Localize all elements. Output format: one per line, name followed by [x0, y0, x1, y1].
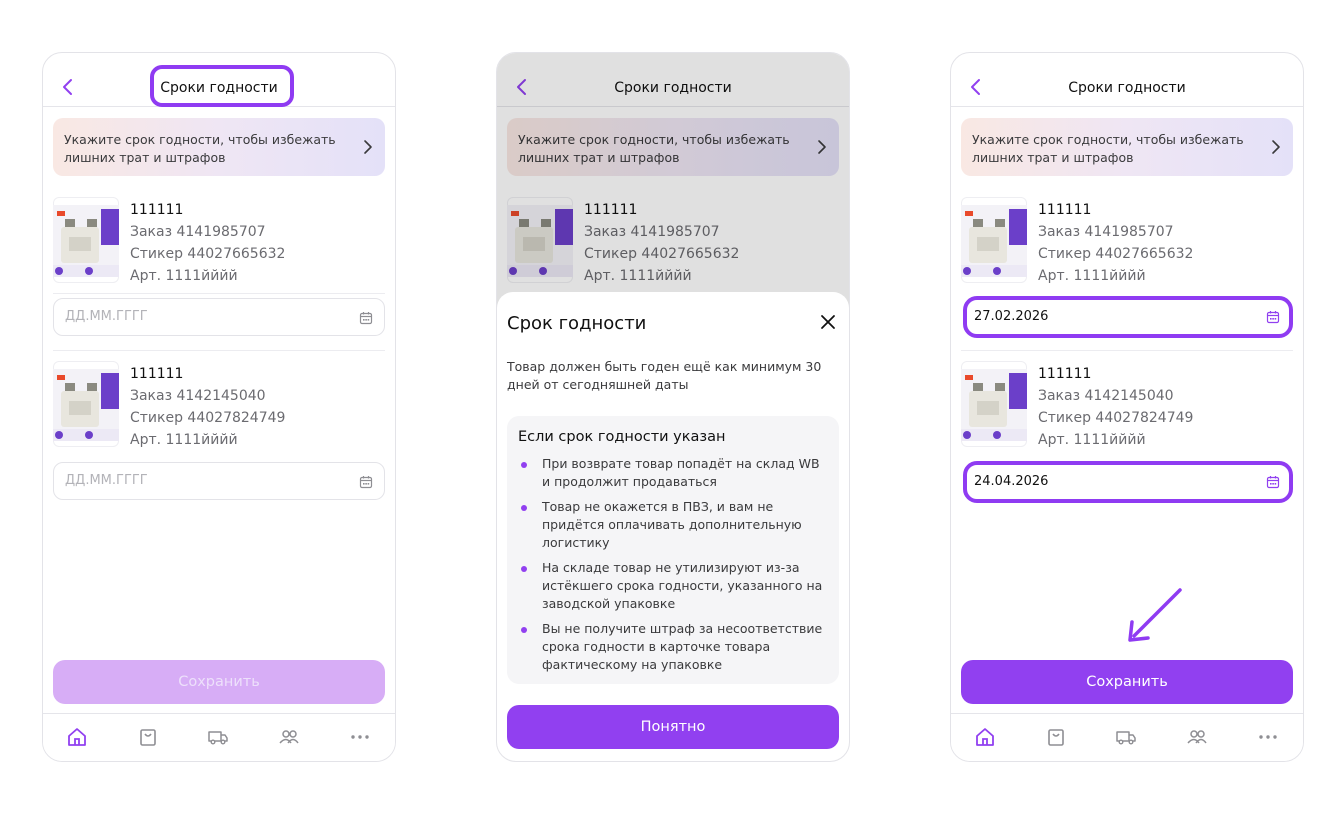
date-value: 24.04.2026	[974, 474, 1049, 489]
header: Сроки годности	[43, 53, 395, 107]
expiry-info-banner[interactable]: Укажите срок годности, чтобы избежать ли…	[961, 118, 1293, 176]
benefits-title: Если срок годности указан	[518, 429, 726, 445]
page-title: Сроки годности	[1068, 80, 1186, 96]
chevron-right-icon	[1272, 140, 1280, 154]
bottom-tab-bar	[951, 713, 1303, 761]
sticker-number: Стикер 44027824749	[130, 410, 286, 426]
bullet-dot	[521, 505, 527, 511]
product-item: 111111 Заказ 4141985707 Стикер 440276656…	[53, 197, 385, 289]
benefit-text: На складе товар не утилизируют из-за ист…	[542, 560, 823, 611]
banner-text: Укажите срок годности, чтобы избежать ли…	[64, 132, 336, 165]
benefits-box: Если срок годности указан При возврате т…	[507, 416, 839, 684]
product-image	[53, 361, 119, 447]
users-icon[interactable]	[1186, 726, 1208, 748]
bag-icon[interactable]	[137, 726, 159, 748]
product-info: 111111 Заказ 4141985707 Стикер 440276656…	[130, 199, 285, 287]
delivery-truck-icon[interactable]	[207, 726, 229, 748]
product-info: 111111 Заказ 4142145040 Стикер 440278247…	[130, 363, 285, 451]
calendar-icon[interactable]	[359, 475, 373, 489]
expiry-date-input[interactable]: 24.04.2026	[963, 461, 1293, 503]
divider	[961, 350, 1293, 351]
bullet-dot	[521, 462, 527, 468]
order-number: Заказ 4141985707	[1038, 224, 1174, 240]
product-name: 111111	[130, 202, 184, 218]
expiry-date-input[interactable]: ДД.ММ.ГГГГ	[53, 462, 385, 500]
date-placeholder: ДД.ММ.ГГГГ	[65, 473, 148, 488]
product-name: 111111	[1038, 366, 1092, 382]
bullet-dot	[521, 627, 527, 633]
article-number: Арт. 1111йййй	[130, 268, 238, 284]
product-info: 111111 Заказ 4142145040 Стикер 440278247…	[1038, 363, 1193, 451]
header: Сроки годности	[951, 53, 1303, 107]
article-number: Арт. 1111йййй	[1038, 432, 1146, 448]
order-number: Заказ 4142145040	[130, 388, 266, 404]
delivery-truck-icon[interactable]	[1115, 726, 1137, 748]
users-icon[interactable]	[278, 726, 300, 748]
banner-text: Укажите срок годности, чтобы избежать ли…	[972, 132, 1244, 165]
more-icon[interactable]	[349, 726, 371, 748]
save-button[interactable]: Сохранить	[53, 660, 385, 704]
product-info: 111111 Заказ 4141985707 Стикер 440276656…	[1038, 199, 1193, 287]
sheet-description: Товар должен быть годен ещё как минимум …	[507, 359, 822, 392]
article-number: Арт. 1111йййй	[1038, 268, 1146, 284]
title-highlight-frame	[150, 65, 294, 107]
product-image	[961, 197, 1027, 283]
home-icon[interactable]	[66, 726, 88, 748]
phone-screen-empty: Сроки годности Укажите срок годности, чт…	[42, 52, 396, 762]
product-image	[53, 197, 119, 283]
understood-button[interactable]: Понятно	[507, 705, 839, 749]
sticker-number: Стикер 44027665632	[1038, 246, 1194, 262]
expiry-date-input[interactable]: ДД.ММ.ГГГГ	[53, 298, 385, 336]
product-item: 111111 Заказ 4142145040 Стикер 440278247…	[961, 361, 1293, 453]
order-number: Заказ 4141985707	[130, 224, 266, 240]
product-name: 111111	[130, 366, 184, 382]
bottom-tab-bar	[43, 713, 395, 761]
phone-screen-info-sheet: Сроки годности Укажите срок годности, чт…	[496, 52, 850, 762]
sheet-title: Срок годности	[507, 313, 647, 334]
bag-icon[interactable]	[1045, 726, 1067, 748]
bullet-dot	[521, 566, 527, 572]
close-icon[interactable]	[820, 314, 836, 330]
calendar-icon[interactable]	[359, 311, 373, 325]
expiry-info-banner[interactable]: Укажите срок годности, чтобы избежать ли…	[53, 118, 385, 176]
chevron-right-icon	[364, 140, 372, 154]
save-button[interactable]: Сохранить	[961, 660, 1293, 704]
home-icon[interactable]	[974, 726, 996, 748]
product-name: 111111	[1038, 202, 1092, 218]
benefit-text: Товар не окажется в ПВЗ, и вам не придёт…	[542, 499, 802, 550]
order-number: Заказ 4142145040	[1038, 388, 1174, 404]
divider	[53, 293, 385, 294]
date-value: 27.02.2026	[974, 309, 1049, 324]
divider	[53, 350, 385, 351]
expiry-date-input[interactable]: 27.02.2026	[963, 296, 1293, 338]
expiry-info-sheet: Срок годности Товар должен быть годен ещ…	[497, 292, 849, 761]
sticker-number: Стикер 44027665632	[130, 246, 286, 262]
date-placeholder: ДД.ММ.ГГГГ	[65, 309, 148, 324]
annotation-arrow-icon	[1128, 588, 1182, 642]
phone-screen-filled: Сроки годности Укажите срок годности, чт…	[950, 52, 1304, 762]
benefit-text: При возврате товар попадёт на склад WB и…	[542, 456, 820, 489]
product-item: 111111 Заказ 4141985707 Стикер 440276656…	[961, 197, 1293, 289]
benefit-text: Вы не получите штраф за несоответствие с…	[542, 621, 823, 672]
product-image	[961, 361, 1027, 447]
calendar-icon[interactable]	[1266, 475, 1280, 489]
calendar-icon[interactable]	[1266, 310, 1280, 324]
article-number: Арт. 1111йййй	[130, 432, 238, 448]
sticker-number: Стикер 44027824749	[1038, 410, 1194, 426]
product-item: 111111 Заказ 4142145040 Стикер 440278247…	[53, 361, 385, 453]
more-icon[interactable]	[1257, 726, 1279, 748]
